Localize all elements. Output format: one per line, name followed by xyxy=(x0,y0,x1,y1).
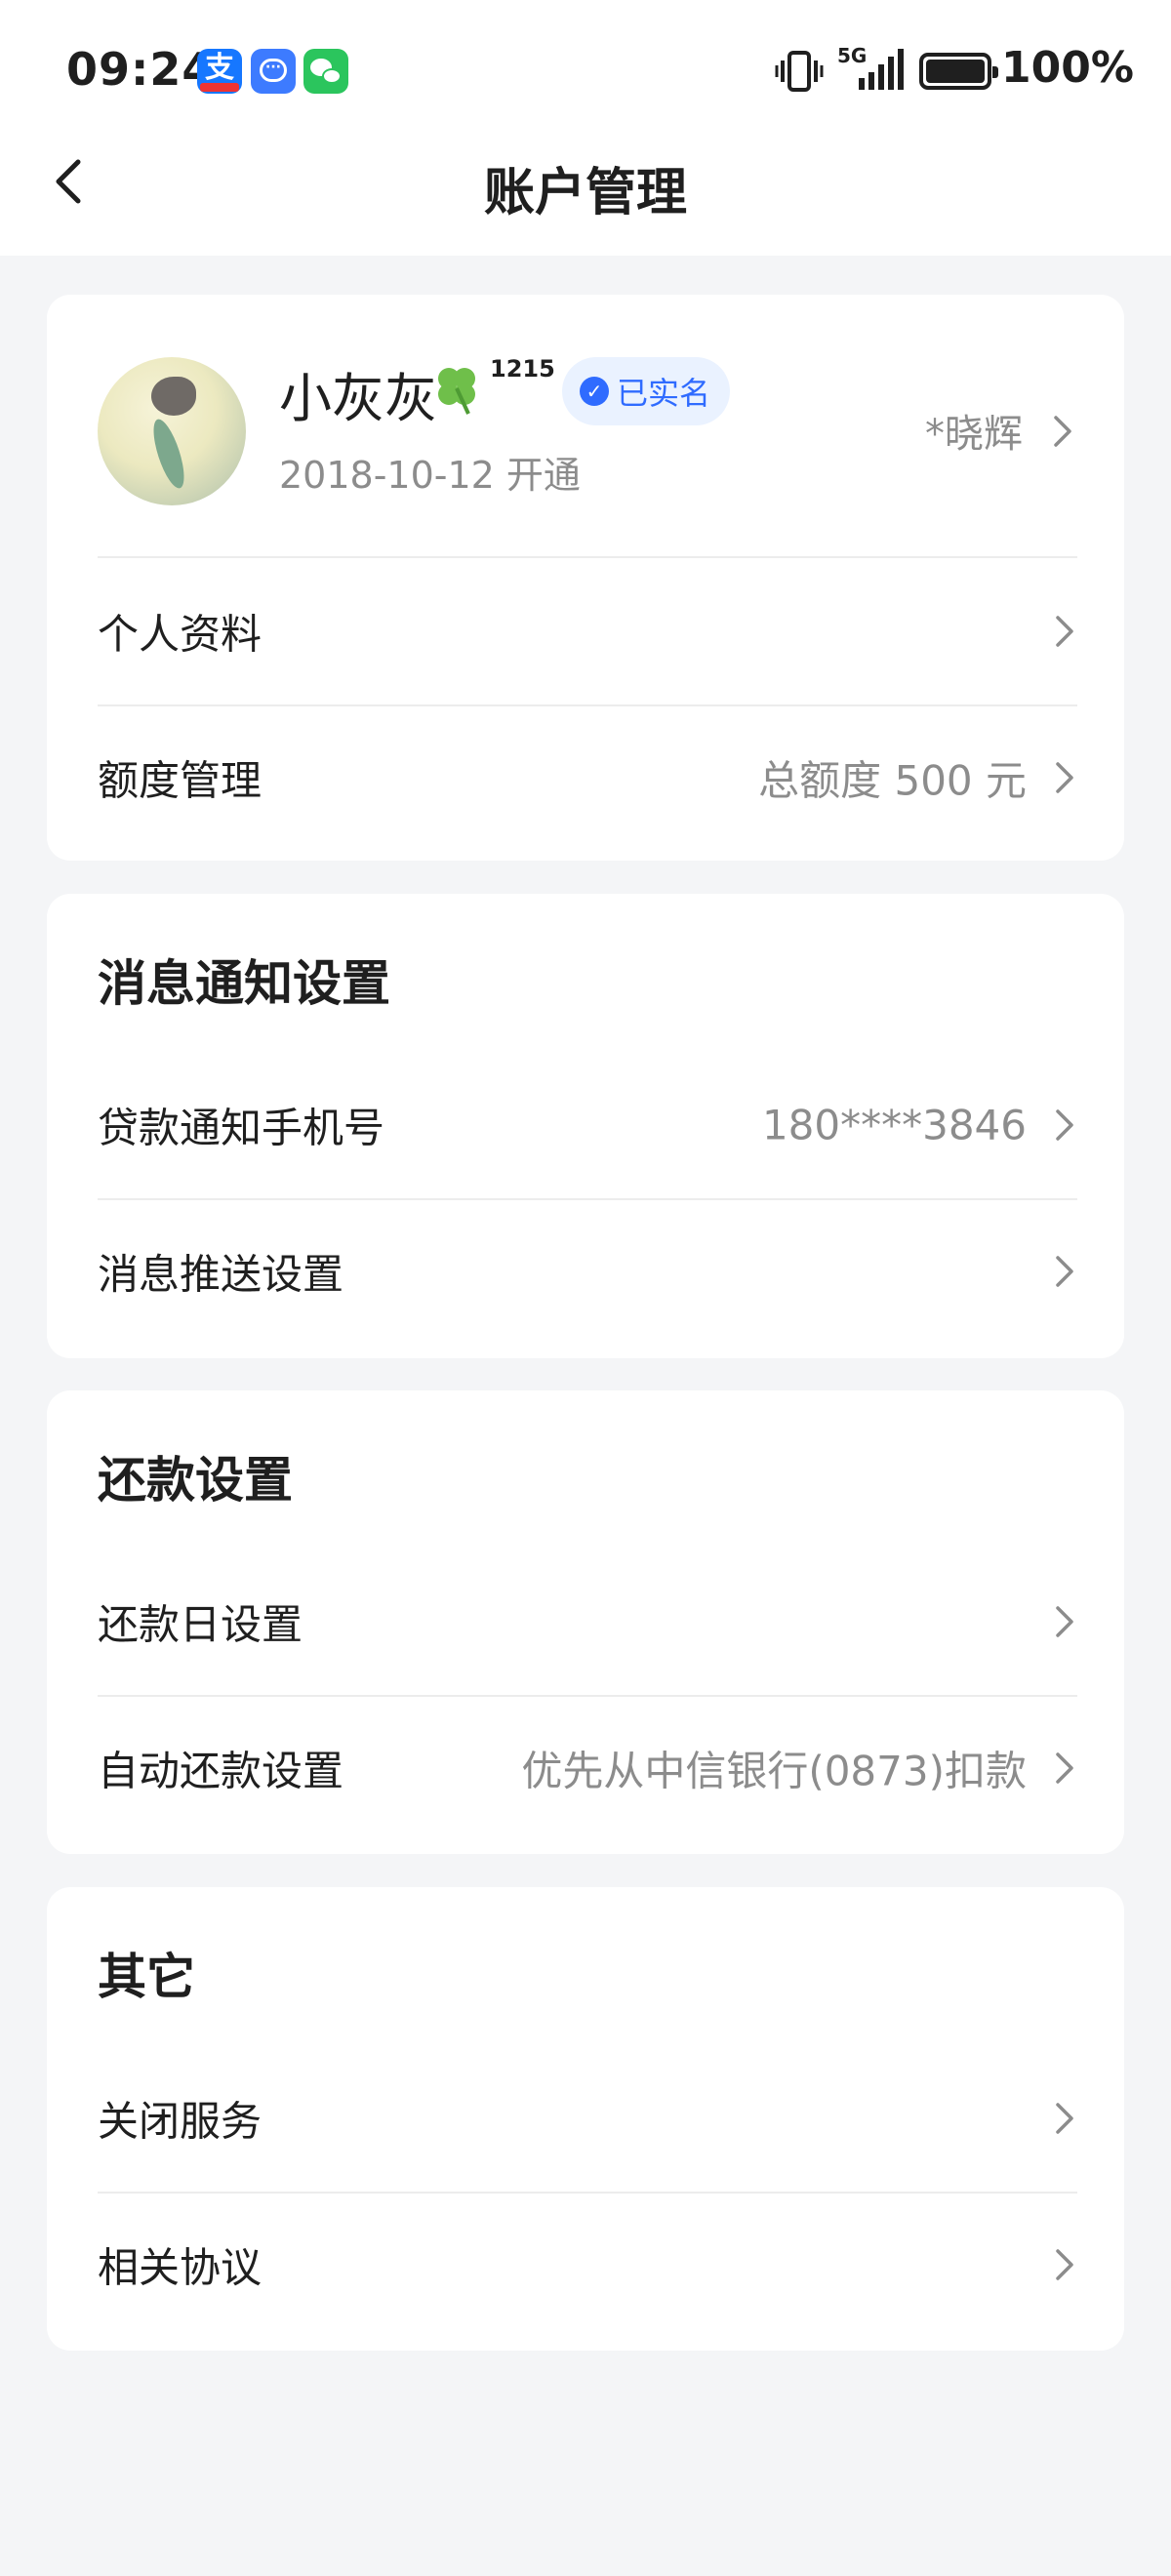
row-label: 自动还款设置 xyxy=(98,1747,344,1795)
chevron-right-icon xyxy=(1056,1752,1073,1784)
phone-value: 180****3846 xyxy=(761,1101,1027,1149)
chevron-right-icon xyxy=(1056,2249,1073,2280)
signal-icon xyxy=(859,49,904,90)
open-date: 2018-10-12 开通 xyxy=(279,454,581,497)
auto-repay-value: 优先从中信银行(0873)扣款 xyxy=(521,1747,1027,1795)
credit-limit-row[interactable]: 额度管理 总额度 500 元 xyxy=(98,704,1077,851)
agreements-row[interactable]: 相关协议 xyxy=(98,2192,1077,2338)
close-service-row[interactable]: 关闭服务 xyxy=(98,2045,1077,2192)
push-settings-row[interactable]: 消息推送设置 xyxy=(98,1198,1077,1345)
row-label: 贷款通知手机号 xyxy=(98,1104,385,1152)
verified-label: 已实名 xyxy=(617,375,711,412)
row-label: 关闭服务 xyxy=(98,2097,262,2146)
repayment-card: 还款设置 还款日设置 自动还款设置 优先从中信银行(0873)扣款 xyxy=(47,1390,1124,1854)
check-icon: ✓ xyxy=(580,377,609,406)
row-label: 额度管理 xyxy=(98,756,262,805)
page-title: 账户管理 xyxy=(483,164,687,222)
chevron-right-icon xyxy=(1054,416,1071,447)
row-label: 个人资料 xyxy=(98,610,262,659)
credit-limit-value: 总额度 500 元 xyxy=(758,756,1027,805)
account-card: 小灰灰 1215 ✓ 已实名 2018-10-12 开通 *晓辉 个人资料 额度… xyxy=(47,295,1124,861)
username-suffix: 1215 xyxy=(490,355,555,382)
masked-real-name: *晓辉 xyxy=(925,412,1023,457)
chevron-right-icon xyxy=(1056,616,1073,647)
battery-icon xyxy=(919,53,998,90)
message-icon: ··· xyxy=(251,49,296,94)
verified-badge: ✓ 已实名 xyxy=(562,357,731,425)
notification-card: 消息通知设置 贷款通知手机号 180****3846 消息推送设置 xyxy=(47,894,1124,1358)
section-title: 其它 xyxy=(98,1949,195,2005)
row-label: 消息推送设置 xyxy=(98,1250,344,1299)
chevron-right-icon xyxy=(1056,762,1073,793)
username: 小灰灰 xyxy=(279,368,437,429)
loan-phone-row[interactable]: 贷款通知手机号 180****3846 xyxy=(98,1052,1077,1198)
profile-row[interactable]: 小灰灰 1215 ✓ 已实名 2018-10-12 开通 *晓辉 xyxy=(47,295,1124,556)
wechat-icon xyxy=(303,49,348,94)
status-time: 09:24 xyxy=(66,43,215,96)
clover-icon xyxy=(438,368,475,415)
repayment-day-row[interactable]: 还款日设置 xyxy=(98,1549,1077,1695)
battery-percent: 100% xyxy=(1001,43,1134,93)
vibrate-icon xyxy=(775,51,824,92)
chevron-right-icon xyxy=(1056,1606,1073,1637)
chevron-right-icon xyxy=(1056,2103,1073,2134)
chevron-right-icon xyxy=(1056,1256,1073,1287)
section-title: 还款设置 xyxy=(98,1452,293,1509)
status-bar: 09:24 支 ··· 5G 100% xyxy=(0,0,1171,146)
row-label: 还款日设置 xyxy=(98,1600,303,1649)
chevron-right-icon xyxy=(1056,1109,1073,1141)
section-title: 消息通知设置 xyxy=(98,955,390,1012)
others-card: 其它 关闭服务 相关协议 xyxy=(47,1887,1124,2351)
row-label: 相关协议 xyxy=(98,2243,262,2292)
alipay-icon: 支 xyxy=(197,49,242,94)
personal-info-row[interactable]: 个人资料 xyxy=(98,558,1077,704)
avatar xyxy=(98,357,246,505)
auto-repay-row[interactable]: 自动还款设置 优先从中信银行(0873)扣款 xyxy=(98,1695,1077,1841)
